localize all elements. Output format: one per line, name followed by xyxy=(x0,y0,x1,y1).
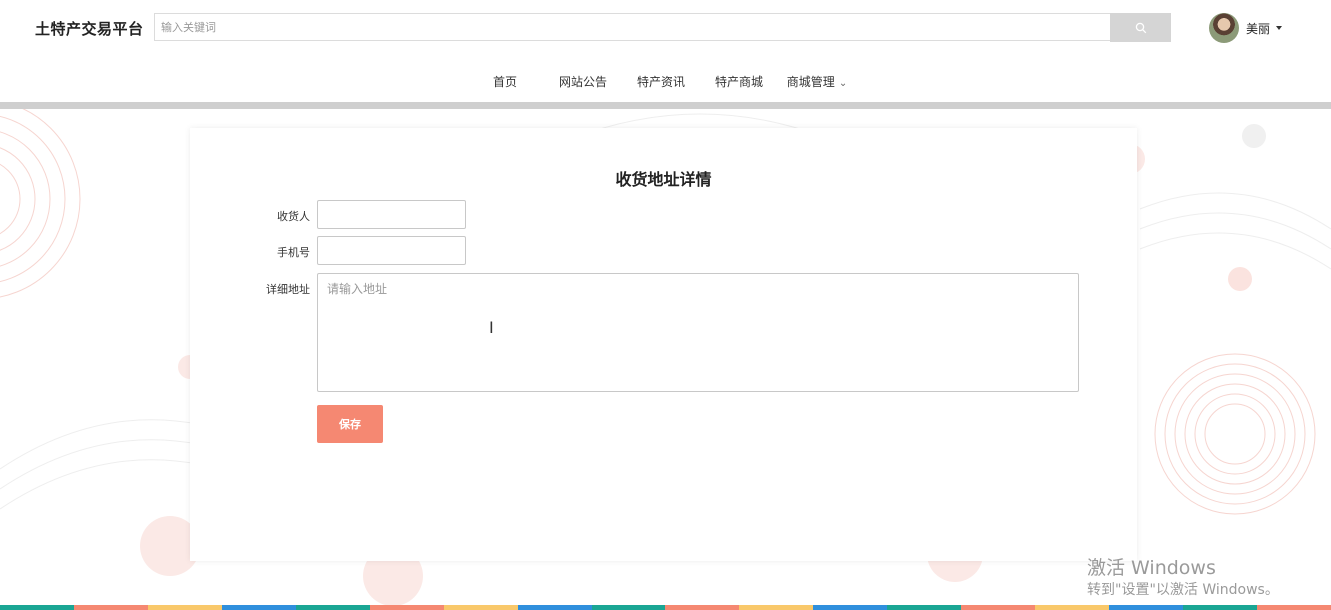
strip-segment xyxy=(1035,605,1110,610)
user-menu[interactable]: 美丽 xyxy=(1209,13,1283,43)
caret-down-icon[interactable] xyxy=(1276,26,1283,30)
avatar[interactable] xyxy=(1209,13,1239,43)
strip-segment xyxy=(73,605,148,610)
nav-item-label: 首页 xyxy=(492,75,517,89)
strip-segment xyxy=(739,605,814,610)
site-logo[interactable]: 土特产交易平台 xyxy=(35,18,144,39)
watermark-subtitle: 转到"设置"以激活 Windows。 xyxy=(1087,582,1279,598)
strip-segment xyxy=(1109,605,1183,610)
strip-segment xyxy=(0,605,74,610)
nav-divider xyxy=(0,102,1331,109)
receiver-input[interactable] xyxy=(317,200,466,229)
strip-segment xyxy=(443,605,518,610)
strip-segment xyxy=(369,605,444,610)
address-detail-card: 收货地址详情 收货人 手机号 详细地址 保存 xyxy=(190,128,1137,561)
strip-segment xyxy=(295,605,370,610)
phone-label: 手机号 xyxy=(277,246,310,259)
bottom-color-strip xyxy=(0,605,1331,610)
strip-segment xyxy=(221,605,296,610)
search-icon xyxy=(1135,22,1146,33)
strip-segment xyxy=(665,605,740,610)
nav-item-label: 特产商城 xyxy=(714,75,763,89)
chevron-down-icon: ⌄ xyxy=(838,78,848,89)
search-button[interactable] xyxy=(1110,13,1171,42)
nav-item-label: 特产资讯 xyxy=(636,75,685,89)
address-label: 详细地址 xyxy=(266,283,310,296)
address-textarea[interactable] xyxy=(317,273,1079,392)
strip-segment xyxy=(1256,605,1331,610)
page-title: 收货地址详情 xyxy=(615,170,712,189)
save-button[interactable]: 保存 xyxy=(317,405,383,443)
nav-item-label: 商城管理 xyxy=(786,75,835,89)
strip-segment xyxy=(813,605,888,610)
nav-item-label: 网站公告 xyxy=(558,75,607,89)
search-input[interactable] xyxy=(154,13,1110,41)
watermark-title: 激活 Windows xyxy=(1087,557,1216,579)
phone-input[interactable] xyxy=(317,236,466,265)
windows-activation-watermark: 激活 Windows 转到"设置"以激活 Windows。 xyxy=(1087,556,1279,600)
receiver-label: 收货人 xyxy=(277,210,310,223)
strip-segment xyxy=(147,605,222,610)
strip-segment xyxy=(517,605,592,610)
strip-segment xyxy=(1183,605,1257,610)
header: 土特产交易平台 美丽 xyxy=(0,0,1331,56)
user-name[interactable]: 美丽 xyxy=(1246,20,1270,37)
text-cursor-icon: I xyxy=(489,318,494,337)
strip-segment xyxy=(591,605,666,610)
strip-segment xyxy=(961,605,1036,610)
strip-segment xyxy=(887,605,962,610)
